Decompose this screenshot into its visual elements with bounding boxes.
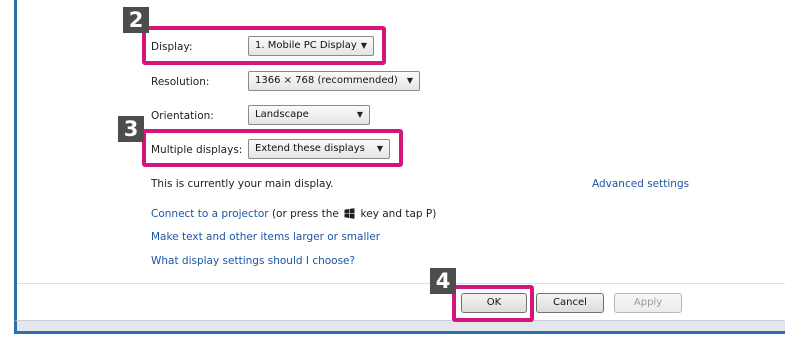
- advanced-settings-link[interactable]: Advanced settings: [592, 178, 689, 190]
- divider: [17, 283, 785, 284]
- main-display-text: This is currently your main display.: [151, 178, 334, 190]
- text-size-link[interactable]: Make text and other items larger or smal…: [151, 231, 380, 243]
- callout-badge-step-2: 2: [123, 7, 149, 33]
- projector-line: Connect to a projector (or press the key…: [151, 208, 436, 220]
- cancel-button[interactable]: Cancel: [536, 293, 604, 313]
- chevron-down-icon: ▼: [406, 76, 413, 85]
- orientation-select[interactable]: Landscape ▼: [248, 105, 370, 125]
- resolution-select[interactable]: 1366 × 768 (recommended) ▼: [248, 71, 420, 91]
- callout-highlight-multiple-displays: [142, 129, 403, 167]
- orientation-select-value: Landscape: [255, 109, 309, 120]
- callout-highlight-display: [142, 26, 386, 65]
- orientation-label: Orientation:: [151, 110, 214, 122]
- projector-hint-b: key and tap P): [360, 208, 437, 220]
- chevron-down-icon: ▼: [356, 110, 363, 119]
- projector-hint-a: (or press the: [271, 208, 339, 220]
- callout-badge-step-4: 4: [430, 268, 456, 294]
- display-settings-help-link[interactable]: What display settings should I choose?: [151, 255, 355, 267]
- callout-highlight-ok: [452, 285, 534, 322]
- resolution-select-value: 1366 × 768 (recommended): [255, 75, 398, 86]
- callout-badge-step-3: 3: [118, 116, 144, 142]
- connect-projector-link[interactable]: Connect to a projector: [151, 208, 269, 220]
- windows-logo-icon: [344, 208, 355, 219]
- resolution-label: Resolution:: [151, 76, 210, 88]
- window-bottom-frame: [14, 320, 785, 334]
- apply-button[interactable]: Apply: [614, 293, 682, 313]
